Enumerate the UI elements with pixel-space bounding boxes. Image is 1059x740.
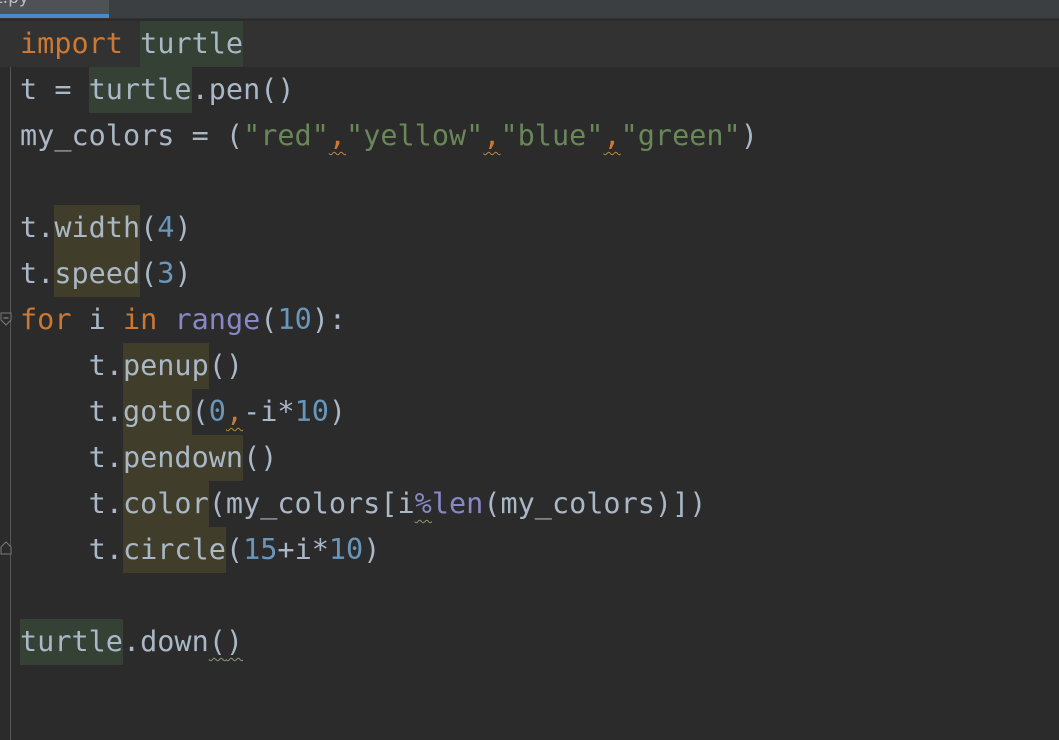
code-text: ( <box>260 303 278 336</box>
identifier-turtle: turtle <box>140 21 244 67</box>
code-text: t. <box>20 441 123 474</box>
comma-warning: , <box>328 119 347 152</box>
code-text: t. <box>20 211 55 244</box>
builtin-range: range <box>174 303 261 336</box>
code-text: ( <box>140 257 158 290</box>
code-text: my_colors = ( <box>20 119 244 152</box>
method-color: color <box>122 481 209 527</box>
keyword-in: in <box>122 303 158 336</box>
code-text: t. <box>20 533 123 566</box>
identifier-turtle: turtle <box>20 619 123 665</box>
operator-modulo: % <box>414 487 432 520</box>
code-line-10: t.pendown() <box>20 435 1059 481</box>
code-line-12: t.circle(15+i*10) <box>20 527 1059 573</box>
number-literal: 10 <box>328 533 364 566</box>
code-line-14: turtle.down() <box>20 619 1059 665</box>
code-text: (my_colors[i <box>208 487 415 520</box>
code-line-7: for i in range(10): <box>20 297 1059 343</box>
paren-warning: ( <box>208 625 226 658</box>
comma-warning: , <box>483 119 501 152</box>
code-line-6: t.speed(3) <box>20 251 1059 297</box>
comma-warning: , <box>603 119 621 152</box>
code-line-5: t.width(4) <box>20 205 1059 251</box>
code-text: ( <box>140 211 158 244</box>
code-text: ) <box>328 395 347 428</box>
comma-warning: , <box>225 395 244 428</box>
code-text: t. <box>20 395 123 428</box>
fold-collapse-icon[interactable] <box>0 312 12 326</box>
code-text: ) <box>174 211 192 244</box>
code-text: ): <box>311 303 347 336</box>
number-literal: 15 <box>243 533 278 566</box>
code-text: ) <box>363 533 381 566</box>
code-text: ( <box>191 395 209 428</box>
method-goto: goto <box>122 389 192 435</box>
string-literal: "green" <box>620 119 741 152</box>
code-text: t. <box>20 349 123 382</box>
code-text: t = <box>20 73 89 106</box>
number-literal: 0 <box>208 395 226 428</box>
active-tab-indicator <box>0 14 109 18</box>
code-line-1: import turtle <box>0 21 1059 67</box>
number-literal: 4 <box>157 211 175 244</box>
fold-end-icon[interactable] <box>0 541 12 555</box>
code-text: () <box>243 441 278 474</box>
method-width: width <box>54 205 141 251</box>
number-literal: 10 <box>294 395 329 428</box>
method-circle: circle <box>122 527 226 573</box>
code-text: t. <box>20 257 55 290</box>
string-literal: "red" <box>243 119 329 152</box>
method-speed: speed <box>54 251 141 297</box>
number-literal: 10 <box>277 303 312 336</box>
gutter-guide-line <box>10 22 11 740</box>
file-tab-label: t.py <box>0 0 29 8</box>
code-line-9: t.goto(0,-i*10) <box>20 389 1059 435</box>
number-literal: 3 <box>157 257 175 290</box>
code-line-2: t = turtle.pen() <box>20 67 1059 113</box>
code-text: () <box>208 349 244 382</box>
editor-tab-bar: t.py <box>0 0 1059 19</box>
code-line-11: t.color(my_colors[i%len(my_colors)]) <box>20 481 1059 527</box>
code-text: ) <box>740 119 758 152</box>
builtin-len: len <box>431 487 484 520</box>
code-text: ( <box>225 533 244 566</box>
identifier-turtle: turtle <box>88 67 192 113</box>
code-text: (my_colors)]) <box>483 487 707 520</box>
keyword-for: for <box>20 303 72 336</box>
code-text: -i* <box>243 395 295 428</box>
keyword-import: import <box>20 27 123 60</box>
code-text: +i* <box>277 533 329 566</box>
file-tab[interactable]: t.py <box>0 0 109 18</box>
code-text: t. <box>20 487 123 520</box>
string-literal: "blue" <box>500 119 604 152</box>
method-penup: penup <box>122 343 209 389</box>
code-text: .down <box>122 625 209 658</box>
code-line-8: t.penup() <box>20 343 1059 389</box>
paren-warning: ) <box>225 625 244 658</box>
code-text: i <box>71 303 123 336</box>
code-line-3: my_colors = ("red","yellow","blue","gree… <box>20 113 1059 159</box>
code-text: .pen() <box>191 73 295 106</box>
code-editor[interactable]: import turtle t = turtle.pen() my_colors… <box>0 21 1059 740</box>
string-literal: "yellow" <box>346 119 484 152</box>
method-pendown: pendown <box>122 435 244 481</box>
code-text: ) <box>174 257 192 290</box>
